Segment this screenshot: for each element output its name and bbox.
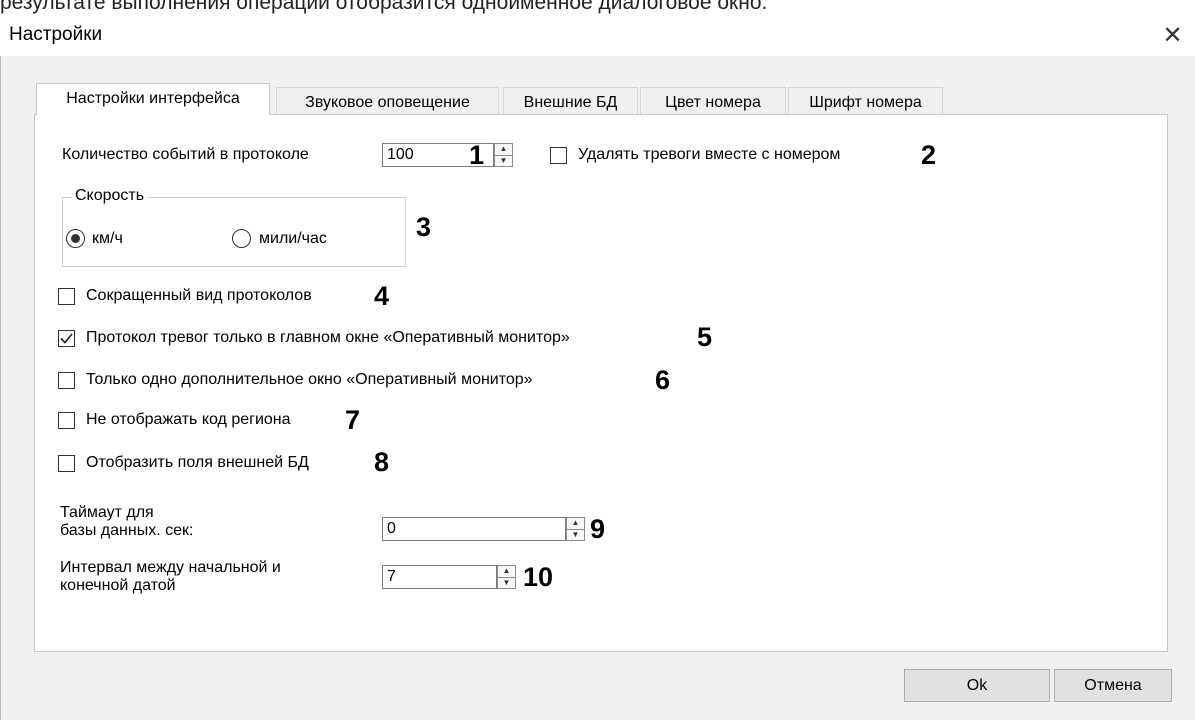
date-interval-label-line2: конечной датой: [60, 577, 176, 594]
date-interval-label: Интервал между начальной и конечной дато…: [60, 559, 281, 595]
db-timeout-label-line1: Таймаут для: [60, 504, 154, 521]
marker-10: 10: [523, 562, 554, 592]
single-extra-window-label: Только одно дополнительное окно «Операти…: [86, 371, 533, 388]
check-icon: [60, 333, 73, 344]
delete-alarms-label: Удалять тревоги вместе с номером: [578, 146, 841, 163]
tab-interface-settings[interactable]: Настройки интерфейса: [36, 83, 270, 115]
marker-1: 1: [469, 140, 485, 170]
tab-sound-notification[interactable]: Звуковое оповещение: [276, 87, 499, 114]
marker-2: 2: [921, 140, 937, 170]
close-icon: ✕: [1162, 21, 1183, 49]
short-protocol-label: Сокращенный вид протоколов: [86, 287, 312, 304]
spin-down-icon[interactable]: ▼: [498, 576, 515, 589]
date-interval-input[interactable]: [382, 565, 497, 589]
dialog-title: Настройки: [9, 24, 103, 45]
radio-mph-label: мили/час: [259, 230, 327, 247]
marker-7: 7: [345, 405, 361, 435]
dialog-titlebar: [0, 14, 1195, 56]
spin-down-icon[interactable]: ▼: [567, 528, 584, 541]
marker-4: 4: [374, 281, 390, 311]
marker-8: 8: [374, 447, 390, 477]
tab-plate-color[interactable]: Цвет номера: [640, 87, 786, 114]
alarm-main-only-label: Протокол тревог только в главном окне «О…: [86, 329, 570, 346]
radio-kmh-label: км/ч: [92, 230, 123, 247]
date-interval-label-line1: Интервал между начальной и: [60, 559, 281, 576]
spin-up-icon[interactable]: ▲: [567, 518, 584, 529]
radio-mph[interactable]: [232, 229, 251, 248]
marker-6: 6: [655, 365, 671, 395]
date-interval-spinner[interactable]: ▲ ▼: [497, 565, 516, 589]
db-timeout-label: Таймаут для базы данных. сек:: [60, 504, 193, 540]
alarm-main-only-checkbox[interactable]: [58, 330, 75, 347]
delete-alarms-checkbox[interactable]: [550, 147, 567, 164]
marker-3: 3: [416, 212, 432, 242]
marker-5: 5: [697, 322, 713, 352]
events-count-label: Количество событий в протоколе: [62, 146, 309, 163]
ok-button[interactable]: Ok: [904, 669, 1050, 702]
hide-region-label: Не отображать код региона: [86, 411, 291, 428]
spin-up-icon[interactable]: ▲: [495, 144, 512, 155]
single-extra-window-checkbox[interactable]: [58, 372, 75, 389]
short-protocol-checkbox[interactable]: [58, 288, 75, 305]
tab-plate-font[interactable]: Шрифт номера: [788, 87, 943, 114]
marker-9: 9: [590, 514, 606, 544]
document-caption-fragment: результате выполнения операции отобразит…: [0, 0, 768, 14]
speed-group-title: Скорость: [72, 187, 148, 205]
show-ext-db-fields-label: Отобразить поля внешней БД: [86, 454, 309, 471]
events-count-spinner[interactable]: ▲ ▼: [494, 143, 513, 167]
spin-down-icon[interactable]: ▼: [495, 154, 512, 167]
hide-region-checkbox[interactable]: [58, 412, 75, 429]
db-timeout-input[interactable]: [382, 517, 566, 541]
db-timeout-spinner[interactable]: ▲ ▼: [566, 517, 585, 541]
tab-external-db[interactable]: Внешние БД: [503, 87, 638, 114]
radio-selected-dot: [71, 234, 80, 243]
spin-up-icon[interactable]: ▲: [498, 566, 515, 577]
radio-kmh[interactable]: [66, 229, 85, 248]
show-ext-db-fields-checkbox[interactable]: [58, 455, 75, 472]
close-button[interactable]: ✕: [1150, 14, 1195, 56]
cancel-button[interactable]: Отмена: [1054, 669, 1172, 702]
db-timeout-label-line2: базы данных. сек:: [60, 522, 194, 539]
